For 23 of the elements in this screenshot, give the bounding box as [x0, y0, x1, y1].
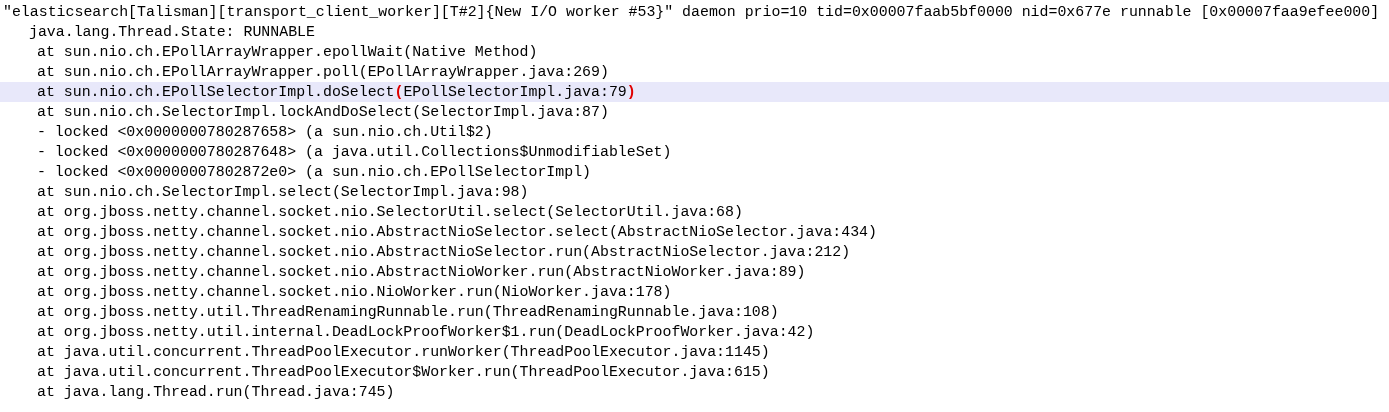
- code-line: at org.jboss.netty.util.ThreadRenamingRunnable.run(ThreadRenamingRunnable.java:108): [37, 304, 779, 320]
- code-line: - locked <0x00000007802872e0> (a sun.nio.ch.EPollSelectorImpl): [37, 164, 592, 180]
- code-line: java.lang.Thread.State: RUNNABLE: [29, 24, 315, 40]
- code-line: at sun.nio.ch.SelectorImpl.select(SelectorImpl.java:98): [37, 184, 529, 200]
- code-line: at org.jboss.netty.channel.socket.nio.SelectorUtil.select(SelectorUtil.java:68): [37, 204, 743, 220]
- code-line: at java.lang.Thread.run(Thread.java:745): [37, 384, 395, 400]
- code-line: - locked <0x0000000780287658> (a sun.nio.ch.Util$2): [37, 124, 493, 140]
- code-line: "elasticsearch[Talisman][transport_client_worker][T#2]{New I/O worker #53}" daemon prio=10 tid=0x00007faab5bf0000 nid=0x677e runnable [0x00007faa9efee000]: [3, 4, 1380, 20]
- code-line: at org.jboss.netty.util.internal.DeadLockProofWorker$1.run(DeadLockProofWorker.java:42): [37, 324, 815, 340]
- code-text: EPollSelectorImpl.java:79: [403, 84, 627, 100]
- code-line: - locked <0x0000000780287648> (a java.util.Collections$UnmodifiableSet): [37, 144, 672, 160]
- matched-bracket: ): [626, 84, 636, 100]
- code-line: at java.util.concurrent.ThreadPoolExecutor.runWorker(ThreadPoolExecutor.java:1145): [37, 344, 770, 360]
- matched-bracket: (: [394, 84, 404, 100]
- code-line: at java.util.concurrent.ThreadPoolExecutor$Worker.run(ThreadPoolExecutor.java:615): [37, 364, 770, 380]
- code-line: at org.jboss.netty.channel.socket.nio.AbstractNioSelector.select(AbstractNioSelector.java:434): [37, 224, 877, 240]
- code-line: at sun.nio.ch.EPollArrayWrapper.poll(EPollArrayWrapper.java:269): [37, 64, 609, 80]
- code-line: at org.jboss.netty.channel.socket.nio.NioWorker.run(NioWorker.java:178): [37, 284, 672, 300]
- code-line: at sun.nio.ch.SelectorImpl.lockAndDoSelect(SelectorImpl.java:87): [37, 104, 609, 120]
- code-line: at org.jboss.netty.channel.socket.nio.AbstractNioWorker.run(AbstractNioWorker.java:89): [37, 264, 806, 280]
- code-text: at sun.nio.ch.EPollSelectorImpl.doSelect: [37, 84, 395, 100]
- code-line: at org.jboss.netty.channel.socket.nio.AbstractNioSelector.run(AbstractNioSelector.java:212): [37, 244, 851, 260]
- code-line: at sun.nio.ch.EPollArrayWrapper.epollWait(Native Method): [37, 44, 538, 60]
